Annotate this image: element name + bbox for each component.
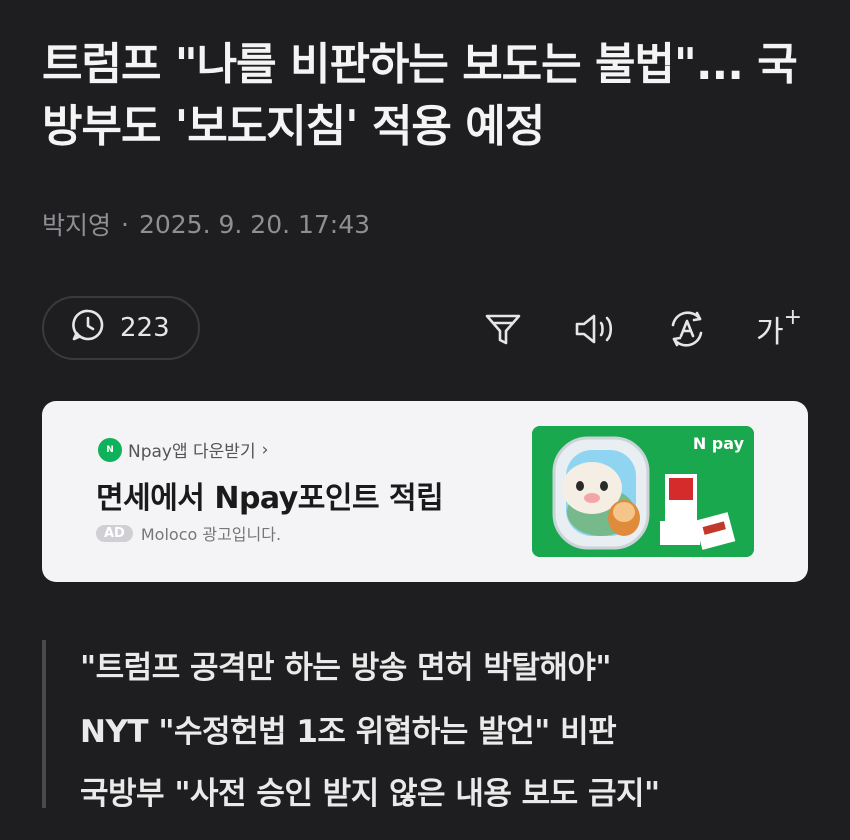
ad-banner[interactable]: N Npay앱 다운받기 › 면세에서 Npay포인트 적립 AD Moloco… [42, 401, 808, 582]
plus-icon: + [783, 304, 803, 330]
article-headline: 트럼프 "나를 비판하는 보도는 불법"... 국방부도 '보도지침' 적용 예… [42, 39, 798, 152]
speaker-icon[interactable] [572, 306, 618, 352]
ad-image-brand: N pay [692, 434, 744, 453]
chevron-right-icon: › [261, 439, 269, 460]
comment-clock-icon [70, 307, 106, 350]
npay-logo-icon: N [98, 437, 122, 462]
separator-dot: · [121, 209, 129, 239]
toolbar-actions: 가 + [480, 304, 803, 352]
translate-icon[interactable] [664, 306, 710, 352]
publish-date: 2025. 9. 20. 17:43 [138, 209, 371, 239]
font-size-label: 가 [755, 315, 784, 350]
author-name[interactable]: 박지영 [42, 206, 111, 242]
article-subheadings: "트럼프 공격만 하는 방송 면허 박탈해야" NYT "수정헌법 1조 위협하… [42, 640, 746, 812]
ad-badge: AD [96, 524, 133, 542]
ad-footer: AD Moloco 광고입니다. [96, 521, 281, 545]
subheading-line: NYT "수정헌법 1조 위협하는 발언" 비판 [80, 714, 617, 750]
ad-image[interactable]: N pay [532, 426, 754, 557]
comment-button[interactable]: 223 [42, 296, 200, 360]
ad-source-link[interactable]: N Npay앱 다운받기 › [98, 437, 268, 462]
npay-brand: N pay [693, 434, 744, 453]
ad-advertiser: Moloco 광고입니다. [140, 525, 282, 544]
subheading-line: "트럼프 공격만 하는 방송 면허 박탈해야" [80, 650, 612, 686]
byline: 박지영 · 2025. 9. 20. 17:43 [42, 206, 370, 242]
ad-source-label: Npay앱 다운받기 [128, 442, 256, 462]
filter-icon[interactable] [480, 306, 526, 352]
article-toolbar: 223 가 + [42, 296, 808, 362]
ad-title[interactable]: 면세에서 Npay포인트 적립 [96, 473, 444, 517]
subheading-line: 국방부 "사전 승인 받지 않은 내용 보도 금지" [80, 776, 660, 812]
font-size-icon[interactable]: 가 + [755, 304, 803, 352]
comment-count: 223 [120, 313, 170, 343]
